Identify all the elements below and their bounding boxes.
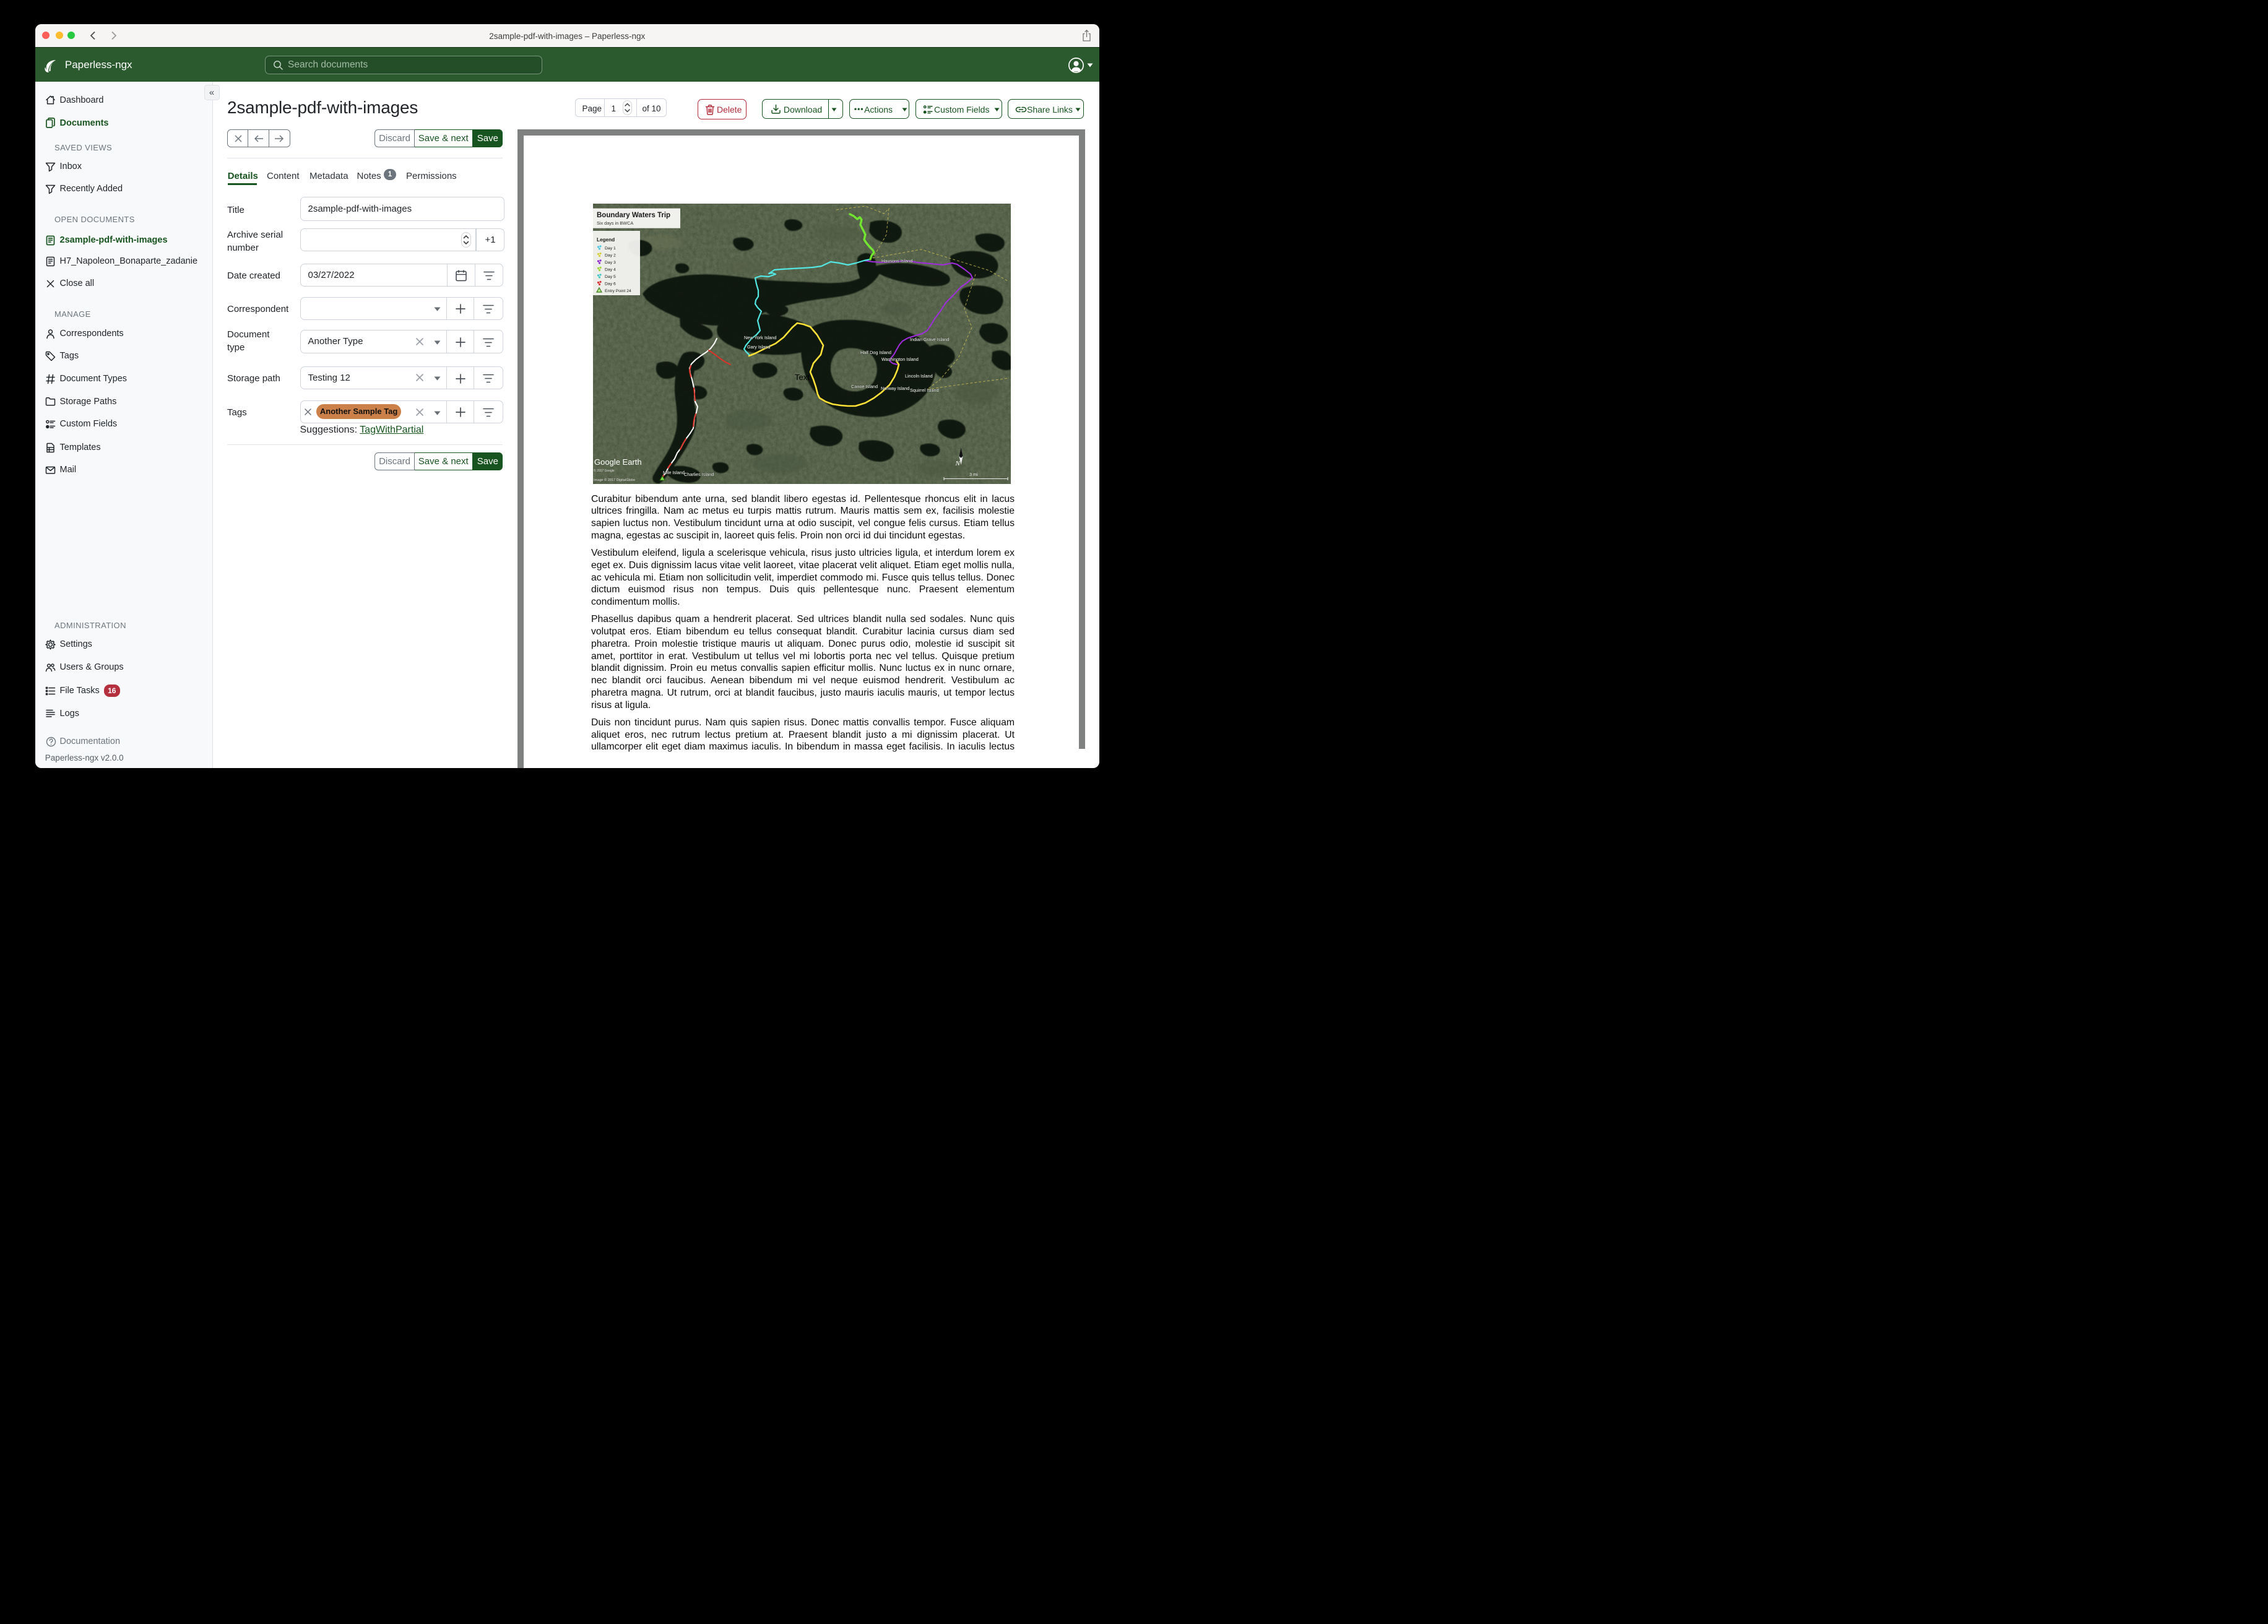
svg-text:Squirrel Island: Squirrel Island — [910, 387, 939, 393]
svg-text:Gary Island: Gary Island — [747, 344, 770, 350]
svg-text:Google Earth: Google Earth — [594, 457, 642, 467]
svg-text:Canoe Island: Canoe Island — [851, 384, 878, 389]
svg-text:Day 4: Day 4 — [605, 268, 616, 272]
svg-text:Day 5: Day 5 — [605, 275, 616, 279]
svg-text:Day 2: Day 2 — [605, 254, 616, 258]
svg-text:Day 6: Day 6 — [605, 282, 616, 287]
svg-text:Text: Text — [795, 373, 810, 382]
svg-text:Lincoln Island: Lincoln Island — [905, 373, 933, 379]
svg-text:Half Dog Island: Half Dog Island — [860, 350, 891, 355]
svg-text:N: N — [954, 460, 960, 467]
svg-text:Indian Grave Island: Indian Grave Island — [910, 337, 949, 342]
svg-text:© 2017 Google: © 2017 Google — [594, 469, 615, 473]
svg-text:Six days in BWCA: Six days in BWCA — [597, 220, 633, 226]
svg-text:Mile Island: Mile Island — [663, 470, 685, 475]
svg-text:Hausons Island: Hausons Island — [881, 258, 912, 264]
svg-text:Norway Island: Norway Island — [881, 386, 909, 391]
svg-text:3 mi: 3 mi — [969, 472, 978, 477]
svg-text:Day 3: Day 3 — [605, 261, 616, 265]
svg-text:Legend: Legend — [597, 237, 615, 243]
svg-text:Washington Island: Washington Island — [881, 356, 919, 362]
svg-text:Boundary Waters Trip: Boundary Waters Trip — [597, 212, 670, 219]
svg-text:Entry Point 24: Entry Point 24 — [605, 289, 631, 293]
svg-text:Day 1: Day 1 — [605, 246, 616, 251]
svg-text:Charlies Island: Charlies Island — [684, 472, 714, 477]
svg-text:Image © 2017 DigitalGlobe: Image © 2017 DigitalGlobe — [594, 478, 635, 482]
svg-text:New York Island: New York Island — [744, 335, 776, 340]
